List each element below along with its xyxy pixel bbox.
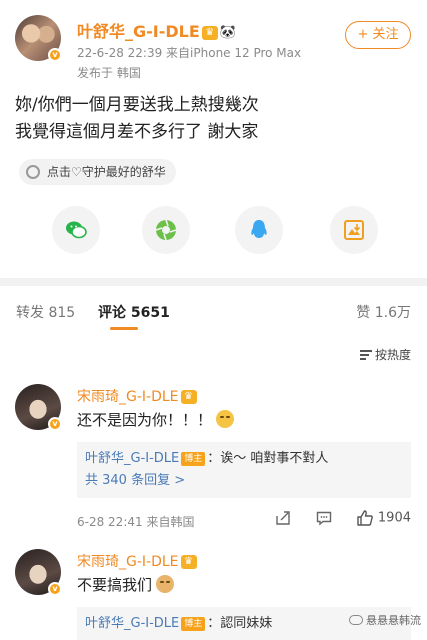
reply-author[interactable]: 叶舒华_G-I-DLE [85, 616, 179, 631]
watermark: 悬悬悬韩流 [349, 612, 421, 628]
comment-icon [316, 511, 331, 526]
reply-line: 叶舒华_G-I-DLE 博主 ：诶～ 咱對事不對人 [85, 448, 403, 470]
share-comment-button[interactable] [275, 510, 291, 526]
moments-icon [155, 219, 177, 241]
crown-icon: ♛ [180, 390, 197, 404]
tab-comments[interactable]: 评论 5651 [98, 302, 170, 322]
wechat-watermark-icon [349, 615, 363, 625]
post-text: 妳/你們一個月要送我上熱搜幾次 我覺得這個月差不多行了 謝大家 [15, 92, 415, 146]
author-username[interactable]: 叶舒华_G-I-DLE ♛ 🐼 [77, 18, 236, 42]
flower-icon [26, 165, 40, 179]
comment-item: v 宋雨琦_G-I-DLE ♛ 还不是因为你！！！ 叶舒华_G-I-DLE 博主 ：诶… [0, 380, 427, 540]
reply-author[interactable]: 叶舒华_G-I-DLE [85, 451, 179, 466]
support-chip[interactable]: 点击♡守护最好的舒华 [19, 159, 176, 185]
support-chip-label: 点击♡守护最好的舒华 [47, 165, 166, 179]
active-tab-indicator [110, 327, 138, 330]
share-wechat-button[interactable] [52, 206, 100, 254]
reply-text: ：诶～ 咱對事不對人 [207, 451, 329, 466]
host-tag: 博主 [181, 617, 206, 631]
reply-text: ：認同妹妹 [207, 616, 273, 631]
commenter-name[interactable]: 宋雨琦_G-I-DLE ♛ [77, 386, 197, 406]
interaction-tabs: 转发 815 评论 5651 赞 1.6万 [0, 296, 427, 330]
post-text-line: 妳/你們一個月要送我上熱搜幾次 [15, 95, 259, 115]
smirk-emoji-icon [216, 410, 235, 428]
like-comment-button[interactable]: 1904 [356, 509, 411, 527]
post-text-line: 我覺得這個月差不多行了 謝大家 [15, 122, 259, 142]
save-image-icon [344, 220, 364, 240]
verified-badge-icon: v [48, 582, 62, 596]
share-icon [276, 511, 291, 525]
reply-preview[interactable]: 叶舒华_G-I-DLE 博主 ：诶～ 咱對事不對人 共 340 条回复 > [77, 442, 411, 498]
reply-comment-button[interactable] [316, 510, 332, 526]
sort-icon [359, 350, 372, 360]
comment-text: 不要搞我们 [77, 574, 175, 595]
verified-badge-icon: v [48, 48, 62, 62]
comment-actions: 1904 [255, 509, 411, 527]
save-image-button[interactable] [330, 206, 378, 254]
verified-badge-icon: v [48, 417, 62, 431]
post-location: 发布于 韩国 [77, 66, 141, 80]
share-qq-button[interactable] [235, 206, 283, 254]
qq-icon [251, 220, 267, 238]
like-count: 1904 [377, 510, 411, 526]
cat-emoji-icon [156, 575, 175, 593]
host-tag: 博主 [181, 452, 206, 466]
comment-meta: 6-28 22:41 来自韩国 [77, 515, 195, 529]
thumbs-up-icon [357, 510, 373, 526]
sort-by-hot-button[interactable]: 按热度 [359, 346, 411, 363]
reply-count-link[interactable]: 共 340 条回复 > [85, 470, 403, 492]
comment-text: 还不是因为你！！！ [77, 409, 235, 430]
section-divider [0, 278, 427, 286]
tab-likes[interactable]: 赞 1.6万 [356, 302, 411, 322]
tab-repost[interactable]: 转发 815 [16, 302, 75, 322]
post-header: v 叶舒华_G-I-DLE ♛ 🐼 22-6-28 22:39 来自iPhone 1… [0, 0, 427, 90]
share-moments-button[interactable] [142, 206, 190, 254]
panda-icon: 🐼 [219, 24, 236, 40]
share-row [0, 206, 427, 258]
post-timestamp: 22-6-28 22:39 来自iPhone 12 Pro Max [77, 46, 302, 60]
crown-icon: ♛ [180, 555, 197, 569]
wechat-icon [66, 221, 87, 239]
follow-button[interactable]: + 关注 [345, 21, 411, 49]
commenter-name[interactable]: 宋雨琦_G-I-DLE ♛ [77, 551, 197, 571]
crown-icon: ♛ [201, 25, 218, 40]
